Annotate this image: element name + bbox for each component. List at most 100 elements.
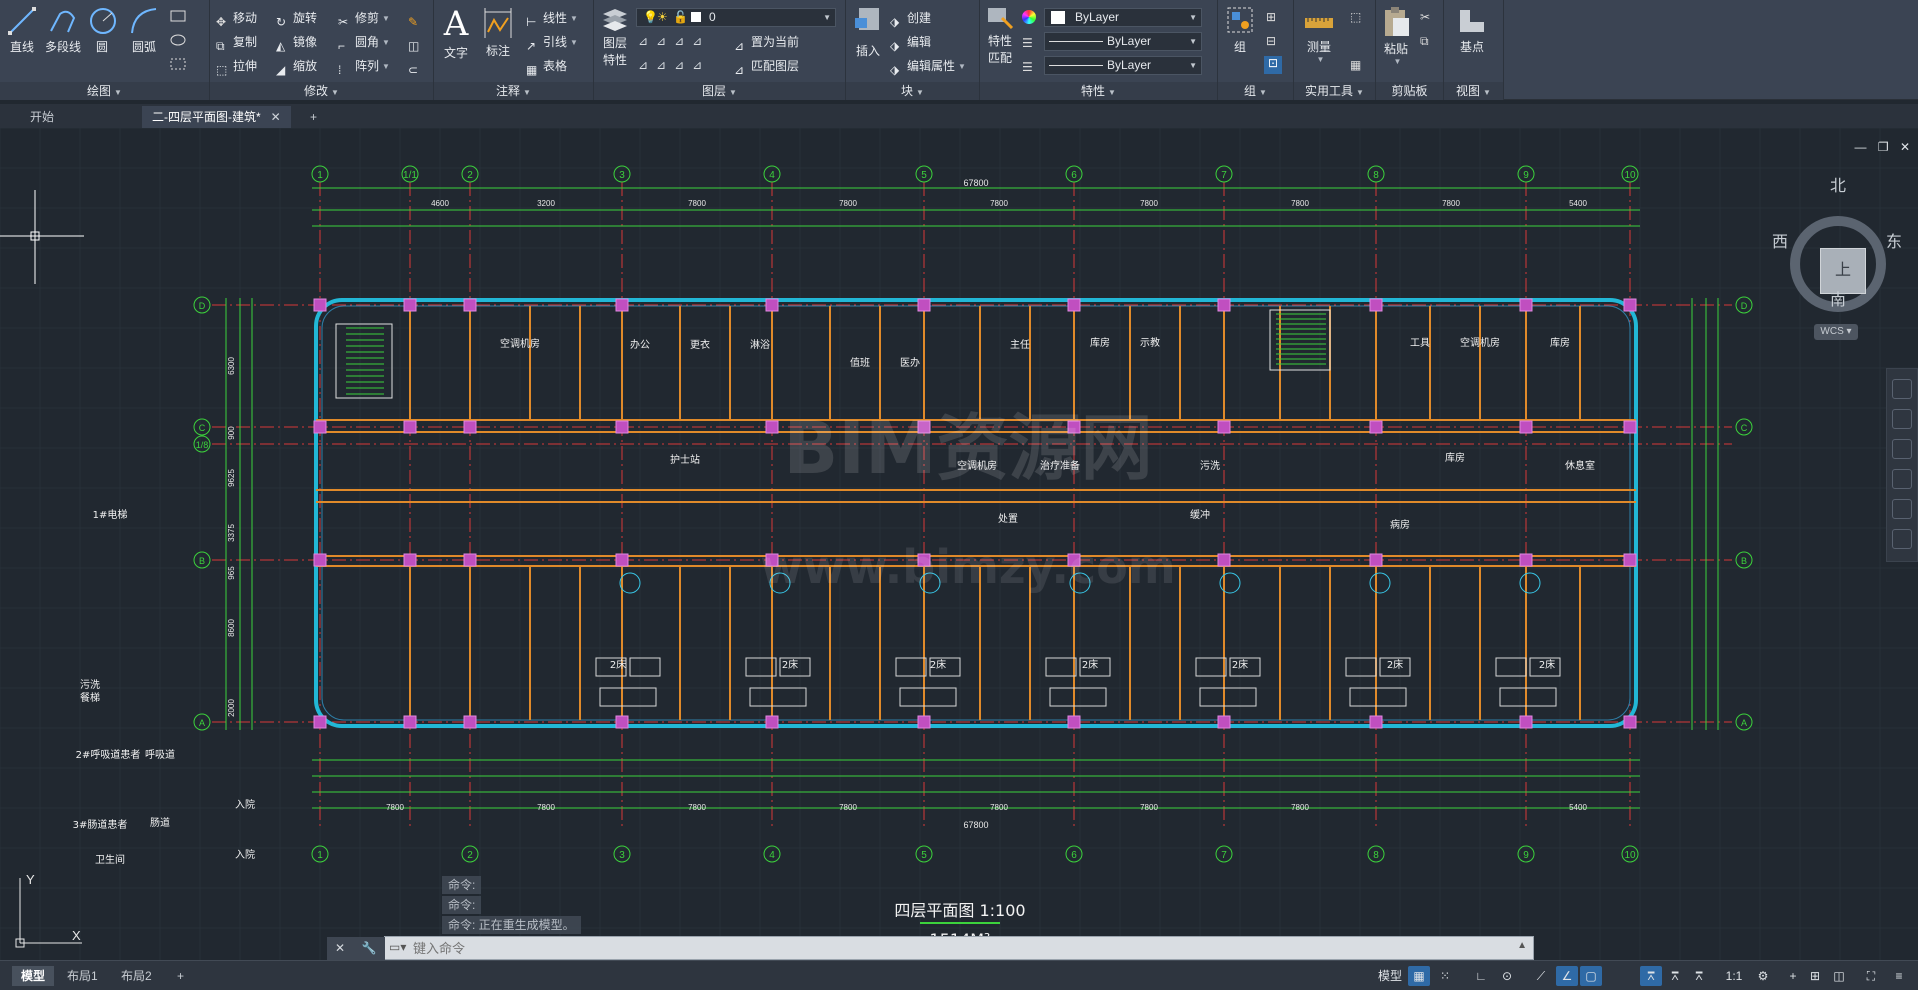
- object-snap-icon[interactable]: ▢: [1580, 966, 1602, 986]
- command-input[interactable]: [413, 938, 1513, 958]
- minimize-viewport-icon[interactable]: —: [1854, 140, 1866, 154]
- customize-menu-icon[interactable]: ≡: [1888, 966, 1910, 986]
- layout-tab-2[interactable]: 布局2: [112, 966, 161, 986]
- stretch-button[interactable]: ⬚ 拉伸: [216, 56, 257, 77]
- layer-dropdown[interactable]: 💡 ☀ 🔓 0 ▼: [636, 8, 836, 27]
- copy-button[interactable]: ⧉ 复制: [216, 32, 257, 53]
- add-layout-button[interactable]: +: [168, 966, 193, 986]
- grid-toggle-icon[interactable]: ▦: [1408, 966, 1430, 986]
- pan-icon[interactable]: [1892, 409, 1912, 429]
- linear-dim-button[interactable]: ⊢ 线性 ▼: [526, 8, 578, 29]
- gradient-icon[interactable]: [170, 58, 186, 70]
- units-icon[interactable]: ⊞: [1804, 966, 1826, 986]
- ortho-icon[interactable]: ∟: [1470, 966, 1492, 986]
- command-line[interactable]: ✕ 🔧 ▭▾ ▲: [327, 936, 1534, 960]
- panel-view-title[interactable]: 视图 ▼: [1444, 82, 1503, 100]
- panel-modify-title[interactable]: 修改 ▼: [210, 82, 433, 100]
- clean-screen-icon[interactable]: ⛶: [1860, 966, 1882, 986]
- copy-clip-icon[interactable]: ⧉: [1420, 34, 1429, 49]
- compass-south[interactable]: 南: [1830, 286, 1846, 310]
- arc-button[interactable]: 圆弧: [124, 6, 164, 55]
- drawing-canvas[interactable]: 1 1/1 2 3 4 5 6 7 8 9 10 1 2 3 4 5 6 7 8 9 10 D D C C 1/8 B B A A 6780…: [0, 128, 1918, 960]
- line-button[interactable]: 直线: [4, 6, 40, 55]
- isodraft-icon[interactable]: ⟋: [1530, 966, 1552, 986]
- zoom-icon[interactable]: [1892, 439, 1912, 459]
- close-tab-icon[interactable]: ✕: [271, 110, 281, 124]
- erase-button[interactable]: ✎: [408, 8, 425, 29]
- compass-west[interactable]: 西: [1772, 228, 1788, 252]
- dimension-button[interactable]: 标注: [480, 6, 516, 59]
- match-layer-button[interactable]: ⊿ 匹配图层: [734, 56, 799, 77]
- trim-button[interactable]: ✂ 修剪 ▼: [338, 8, 390, 29]
- navbar-menu-icon[interactable]: [1892, 529, 1912, 549]
- explode-button[interactable]: ◫: [408, 32, 425, 53]
- create-block-button[interactable]: ⬗ 创建: [890, 8, 931, 29]
- set-current-button[interactable]: ⊿ 置为当前: [734, 32, 799, 53]
- close-viewport-icon[interactable]: ✕: [1900, 140, 1910, 154]
- circle-button[interactable]: 圆: [88, 6, 116, 55]
- workspace-gear-icon[interactable]: ⚙: [1752, 966, 1774, 986]
- fillet-button[interactable]: ⌐ 圆角 ▼: [338, 32, 390, 53]
- viewcube[interactable]: 上 北 南 西 东: [1772, 168, 1902, 312]
- paste-button[interactable]: 粘贴 ▼: [1380, 6, 1412, 66]
- panel-clipboard-title[interactable]: 剪贴板: [1376, 82, 1443, 100]
- tab-start[interactable]: 开始: [20, 106, 64, 128]
- navigation-bar[interactable]: [1886, 368, 1918, 562]
- layout-tab-1[interactable]: 布局1: [58, 966, 107, 986]
- command-close-icon[interactable]: ✕: [327, 937, 353, 960]
- command-prompt-icon[interactable]: ▭▾: [389, 940, 406, 954]
- restore-viewport-icon[interactable]: ❐: [1878, 140, 1889, 154]
- panel-block-title[interactable]: 块 ▼: [846, 82, 979, 100]
- insert-button[interactable]: 插入: [852, 6, 884, 59]
- compass-east[interactable]: 东: [1886, 228, 1902, 252]
- layer-properties-button[interactable]: 图层 特性: [600, 6, 630, 68]
- rotate-button[interactable]: ↻ 旋转: [276, 8, 317, 29]
- scale-dropdown[interactable]: 1:1: [1718, 966, 1750, 986]
- quickselect-icon[interactable]: ⬚: [1350, 10, 1361, 24]
- lineweight-dropdown[interactable]: ByLayer ▼: [1044, 56, 1202, 75]
- layer-tool-icons-2[interactable]: ⊿⊿⊿⊿: [638, 58, 710, 72]
- edit-attr-button[interactable]: ⬗ 编辑属性 ▼: [890, 56, 966, 77]
- leader-button[interactable]: ↗ 引线 ▼: [526, 32, 578, 53]
- rectangle-icon[interactable]: [170, 10, 186, 22]
- panel-draw-title[interactable]: 绘图 ▼: [0, 82, 209, 100]
- text-button[interactable]: A 文字: [442, 6, 470, 61]
- group-button[interactable]: 组: [1226, 6, 1254, 55]
- calculator-icon[interactable]: ▦: [1350, 58, 1361, 72]
- match-properties-button[interactable]: 特性 匹配: [986, 6, 1014, 66]
- object-snap-tracking-icon[interactable]: ∠: [1556, 966, 1578, 986]
- ungroup-icon[interactable]: ⊞: [1266, 10, 1276, 24]
- tab-document[interactable]: 二-四层平面图-建筑* ✕: [142, 106, 291, 128]
- hatch-icon[interactable]: [170, 34, 186, 46]
- wcs-menu[interactable]: WCS ▾: [1814, 324, 1858, 340]
- layout-tab-model[interactable]: 模型: [12, 966, 55, 986]
- showmotion-icon[interactable]: [1892, 499, 1912, 519]
- move-button[interactable]: ✥ 移动: [216, 8, 257, 29]
- compass-north[interactable]: 北: [1830, 172, 1846, 196]
- panel-annotation-title[interactable]: 注释 ▼: [434, 82, 593, 100]
- group-edit-icon[interactable]: ⊟: [1266, 34, 1276, 48]
- panel-layers-title[interactable]: 图层 ▼: [594, 82, 845, 100]
- isolate-icon[interactable]: ◫: [1828, 966, 1850, 986]
- group-select-icon[interactable]: ⊡: [1264, 56, 1282, 74]
- base-point-button[interactable]: 基点: [1452, 6, 1492, 55]
- array-button[interactable]: ⁞ 阵列 ▼: [338, 56, 390, 77]
- new-tab-button[interactable]: +: [300, 106, 327, 128]
- annotation-monitor-icon[interactable]: +: [1782, 966, 1804, 986]
- panel-utilities-title[interactable]: 实用工具 ▼: [1294, 82, 1375, 100]
- scale-button[interactable]: ◢ 缩放: [276, 56, 317, 77]
- edit-block-button[interactable]: ⬗ 编辑: [890, 32, 931, 53]
- offset-button[interactable]: ⊂: [408, 56, 425, 77]
- command-history-toggle-icon[interactable]: ▲: [1517, 940, 1527, 951]
- measure-button[interactable]: 测量 ▼: [1302, 6, 1336, 64]
- polar-tracking-icon[interactable]: ⊙: [1496, 966, 1518, 986]
- mirror-button[interactable]: ◭ 镜像: [276, 32, 317, 53]
- annotation-scale-icon[interactable]: ⩞: [1640, 966, 1662, 986]
- autoscale-icon[interactable]: ⩞: [1688, 966, 1710, 986]
- command-customize-icon[interactable]: 🔧: [353, 937, 385, 960]
- annotation-visibility-icon[interactable]: ⩞: [1664, 966, 1686, 986]
- panel-properties-title[interactable]: 特性 ▼: [980, 82, 1217, 100]
- panel-groups-title[interactable]: 组 ▼: [1218, 82, 1293, 100]
- linetype-dropdown[interactable]: ByLayer ▼: [1044, 32, 1202, 51]
- orbit-icon[interactable]: [1892, 469, 1912, 489]
